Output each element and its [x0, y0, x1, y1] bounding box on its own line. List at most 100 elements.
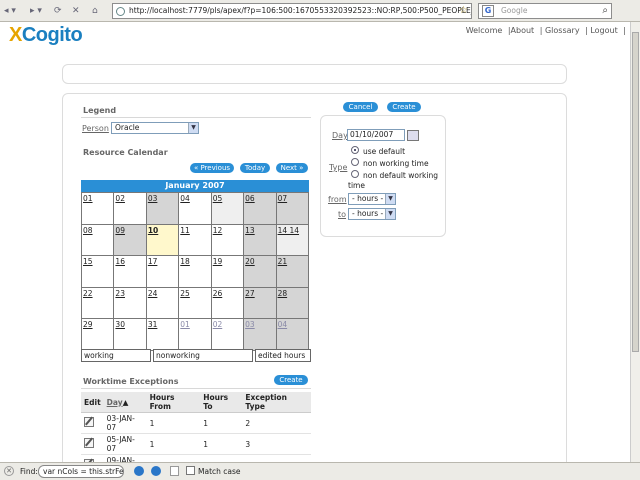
calendar-day[interactable]: 01 [179, 319, 212, 351]
chevron-down-icon[interactable]: ▼ [385, 194, 395, 204]
logout-link[interactable]: | Logout [585, 26, 618, 35]
edit-icon[interactable] [84, 417, 94, 427]
calendar-day[interactable]: 24 [146, 287, 180, 319]
back-icon[interactable]: ◂ ▾ [4, 4, 16, 18]
day-cell: 03-JAN-07 [103, 412, 147, 434]
calendar-day[interactable]: 07 [276, 193, 309, 225]
close-icon[interactable]: ✕ [4, 466, 14, 476]
radio-non-working-time[interactable] [351, 158, 359, 166]
to-select[interactable]: - hours - ▼ [348, 208, 396, 220]
radio-use-default[interactable] [351, 146, 359, 154]
calendar-day[interactable]: 31 [146, 319, 180, 351]
col-day[interactable]: Day▲ [103, 392, 147, 413]
person-value: Oracle [115, 123, 140, 132]
from-value: - hours - [352, 194, 384, 203]
calendar-day[interactable]: 03 [244, 319, 277, 351]
calendar-day[interactable]: 02 [114, 193, 147, 225]
calendar-day[interactable]: 11 [179, 224, 212, 256]
divider [81, 159, 311, 160]
calendar-day[interactable]: 17 [146, 256, 180, 288]
search-icon[interactable]: ⌕ [602, 4, 608, 18]
next-button[interactable]: Next » [276, 163, 308, 173]
col-exception-type: Exception Type [242, 392, 311, 413]
calendar-day[interactable]: 22 [82, 287, 115, 319]
calendar-day[interactable]: 30 [114, 319, 147, 351]
chevron-down-icon[interactable]: ▼ [188, 123, 198, 133]
hours-to-cell: 1 [200, 412, 243, 434]
calendar-day[interactable]: 23 [114, 287, 147, 319]
cancel-button[interactable]: Cancel [343, 102, 378, 112]
calendar-day[interactable]: 28 [276, 287, 309, 319]
calendar-day[interactable]: 26 [211, 287, 245, 319]
today-button[interactable]: Today [240, 163, 270, 173]
edit-icon[interactable] [84, 438, 94, 448]
create-button[interactable]: Create [387, 102, 421, 112]
non-working-time-label: non working time [363, 159, 429, 168]
calendar-day[interactable]: 01 [82, 193, 115, 225]
top-links: Welcome |About | Glossary | Logout | [463, 26, 626, 35]
type-label: Type [329, 163, 348, 172]
home-icon[interactable]: ⌂ [92, 4, 98, 18]
create-exception-button[interactable]: Create [274, 375, 308, 385]
calendar-day[interactable]: 12 [211, 224, 245, 256]
calendar-day[interactable]: 13 [244, 224, 277, 256]
calendar-day[interactable]: 10 [146, 224, 180, 256]
address-bar[interactable]: http://localhost:7779/pls/apex/f?p=106:5… [112, 3, 472, 19]
vertical-scrollbar[interactable] [630, 22, 640, 462]
find-next-icon[interactable] [134, 466, 144, 476]
from-label: from [328, 195, 347, 204]
use-default-label: use default [363, 147, 406, 156]
calendar-day[interactable]: 29 [82, 319, 115, 351]
to-label: to [338, 210, 347, 219]
google-icon[interactable]: G [482, 5, 494, 17]
bookmark-star-icon[interactable]: ☆ [459, 4, 468, 18]
search-box[interactable]: G Google ⌕ [478, 3, 612, 19]
calendar-day[interactable]: 21 [276, 256, 309, 288]
person-select[interactable]: Oracle ▼ [111, 122, 199, 134]
radio-non-default-working-time[interactable] [351, 170, 359, 178]
non-default-working-label: non default working [363, 171, 438, 180]
calendar-day[interactable]: 05 [211, 193, 245, 225]
calendar-day[interactable]: 02 [211, 319, 245, 351]
calendar-day[interactable]: 18 [179, 256, 212, 288]
calendar-icon[interactable] [407, 130, 419, 141]
resource-calendar: January 2007 01 02 03 04 05 06 07 08 09 10 11 12 13 1… [81, 180, 309, 351]
chevron-down-icon[interactable]: ▼ [385, 209, 395, 219]
calendar-day[interactable]: 25 [179, 287, 212, 319]
match-case-checkbox[interactable] [186, 466, 195, 475]
find-input[interactable]: var nCols = this.strFe [38, 465, 124, 478]
stop-icon[interactable]: ✕ [72, 4, 80, 18]
reload-icon[interactable]: ⟳ [54, 4, 62, 18]
forward-icon[interactable]: ▸ ▾ [30, 4, 42, 18]
highlight-all-icon[interactable] [170, 466, 179, 476]
previous-button[interactable]: « Previous [190, 163, 234, 173]
find-previous-icon[interactable] [151, 466, 161, 476]
find-label: Find: [20, 467, 38, 476]
legend-working: working [81, 349, 151, 362]
calendar-day[interactable]: 16 [114, 256, 147, 288]
calendar-day[interactable]: 20 [244, 256, 277, 288]
non-default-working-label-cont: time [348, 181, 365, 190]
calendar-day[interactable]: 09 [114, 224, 147, 256]
calendar-day[interactable]: 08 [82, 224, 115, 256]
calendar-grid: 01 02 03 04 05 06 07 08 09 10 11 12 13 14 14 15 16 17 18 1… [81, 192, 309, 351]
match-case-label: Match case [198, 467, 241, 476]
scrollbar-thumb[interactable] [632, 32, 639, 352]
calendar-day[interactable]: 27 [244, 287, 277, 319]
about-link[interactable]: |About [508, 26, 534, 35]
divider [81, 388, 311, 389]
calendar-day[interactable]: 04 [276, 319, 309, 351]
day-cell: 05-JAN-07 [103, 433, 147, 455]
calendar-day[interactable]: 03 [146, 193, 180, 225]
calendar-day[interactable]: 15 [82, 256, 115, 288]
from-select[interactable]: - hours - ▼ [348, 193, 396, 205]
day-input[interactable]: 01/10/2007 [347, 129, 405, 141]
calendar-day[interactable]: 06 [244, 193, 277, 225]
calendar-day[interactable]: 14 14 [276, 224, 309, 256]
site-icon [116, 7, 125, 16]
hours-from-cell: 1 [146, 433, 201, 455]
table-row: 03-JAN-07 1 1 2 [81, 412, 311, 434]
calendar-day[interactable]: 04 [179, 193, 212, 225]
calendar-day[interactable]: 19 [211, 256, 245, 288]
glossary-link[interactable]: | Glossary [540, 26, 580, 35]
